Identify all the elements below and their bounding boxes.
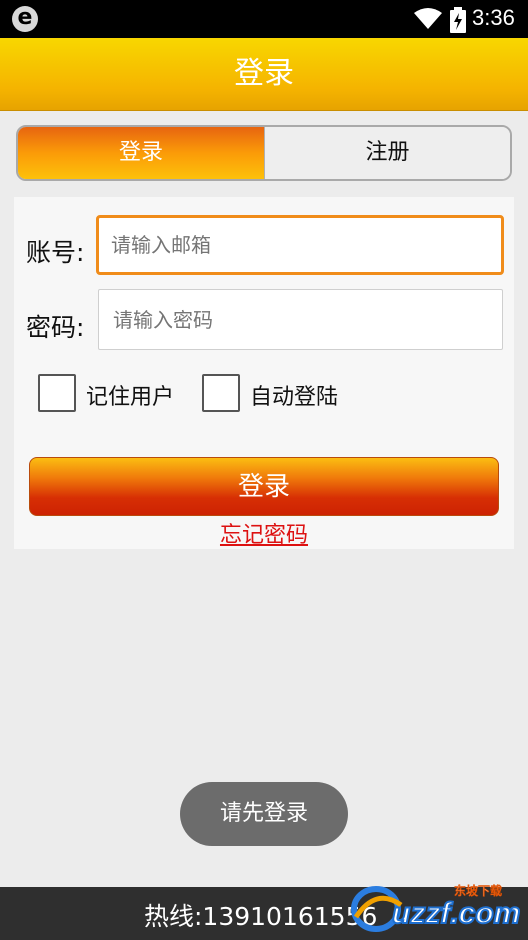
watermark-subtext: 东坡下载 [454,884,502,898]
auto-login-checkbox[interactable] [202,374,240,412]
watermark-text: uzzf.com [392,897,520,930]
uzzf-watermark-logo: uzzf.com 东坡下载 [351,884,521,932]
auto-login-label: 自动登陆 [250,385,339,410]
hotline-text: 热线:13910161556 [144,902,378,931]
title-bar: 登录 [0,38,528,111]
app-notification-icon: e [12,6,38,32]
tab-login[interactable]: 登录 [18,127,265,179]
page-title: 登录 [234,56,294,91]
tab-register[interactable]: 注册 [265,127,510,179]
password-input[interactable] [98,289,503,350]
status-bar: e 3:36 [0,0,528,38]
toast-message: 请先登录 [180,782,348,846]
login-register-tabs: 登录 注册 [16,125,512,181]
status-time: 3:36 [472,5,515,30]
wifi-icon [414,8,442,29]
password-label: 密码: [26,313,85,342]
account-label: 账号: [26,238,85,267]
login-button[interactable]: 登录 [29,457,499,516]
battery-icon [450,7,466,33]
account-email-input[interactable] [96,215,504,275]
forgot-password-link[interactable]: 忘记密码 [0,517,528,549]
remember-user-checkbox[interactable] [38,374,76,412]
remember-user-label: 记住用户 [86,385,175,410]
